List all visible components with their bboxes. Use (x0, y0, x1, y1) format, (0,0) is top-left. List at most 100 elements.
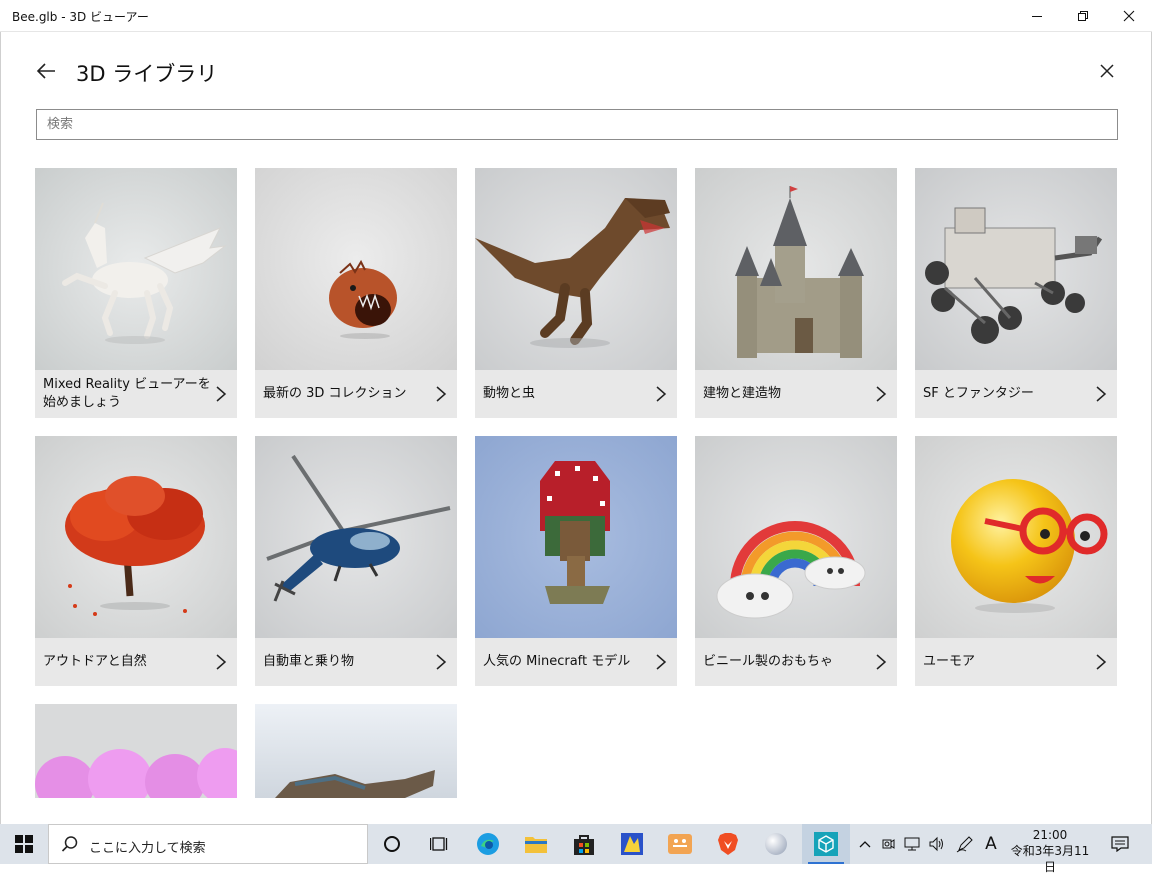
brave-lion-icon (718, 833, 738, 855)
search-box[interactable] (36, 109, 1118, 140)
chevron-right-icon (1096, 386, 1107, 402)
chevron-right-icon (1096, 654, 1107, 670)
close-window-button[interactable] (1106, 0, 1152, 32)
app-button-2[interactable] (656, 824, 704, 864)
pen-workspace-button[interactable] (954, 824, 976, 864)
store-button[interactable] (560, 824, 608, 864)
pegasus-image (35, 168, 237, 370)
category-card-vinyl-toys[interactable]: ビニール製のおもちゃ (695, 436, 897, 686)
start-button[interactable] (0, 824, 48, 864)
category-card-minecraft[interactable]: 人気の Minecraft モデル (475, 436, 677, 686)
brave-browser-button[interactable] (704, 824, 752, 864)
card-thumbnail (695, 436, 897, 638)
app-button-3[interactable] (752, 824, 800, 864)
chevron-right-icon (656, 654, 667, 670)
taskbar-search-box[interactable]: ここに入力して検索 (48, 824, 368, 864)
category-card-humor[interactable]: ユーモア (915, 436, 1117, 686)
edge-browser-button[interactable] (464, 824, 512, 864)
speaker-icon (929, 836, 943, 852)
task-view-button[interactable] (416, 824, 464, 864)
chevron-right-icon (876, 386, 887, 402)
rainbow-toy-image (695, 436, 897, 638)
3d-viewer-button[interactable] (802, 824, 850, 864)
clock-date: 令和3年3月11日 (1010, 844, 1090, 874)
taskbar: ここに入力して検索 A 21:00 令和3年3月11日 (0, 824, 1152, 874)
windows-logo-icon (15, 835, 33, 853)
ime-mode-indicator[interactable]: A (980, 824, 1002, 864)
card-thumbnail (475, 436, 677, 638)
minimize-button[interactable] (1014, 0, 1060, 32)
search-input[interactable] (37, 110, 1117, 139)
app-button-1[interactable] (608, 824, 656, 864)
chevron-right-icon (216, 386, 227, 402)
card-label: SF とファンタジー (923, 386, 1034, 401)
category-card-buildings[interactable]: 建物と建造物 (695, 168, 897, 418)
category-card-outdoors[interactable]: アウトドアと自然 (35, 436, 237, 686)
chevron-right-icon (216, 654, 227, 670)
folder-icon (525, 837, 547, 853)
show-hidden-icons-button[interactable] (856, 824, 874, 864)
restore-icon (1078, 11, 1088, 21)
card-thumbnail (35, 168, 237, 370)
task-view-icon (430, 837, 448, 851)
category-card-animals[interactable]: 動物と虫 (475, 168, 677, 418)
game-app-icon (621, 833, 643, 855)
category-card-latest[interactable]: 最新の 3D コレクション (255, 168, 457, 418)
notification-icon (1111, 836, 1129, 852)
edge-icon (477, 833, 499, 855)
clock[interactable]: 21:00 令和3年3月11日 (1006, 827, 1094, 875)
action-center-button[interactable] (1100, 824, 1140, 864)
volume-button[interactable] (926, 824, 948, 864)
card-thumbnail (695, 168, 897, 370)
card-thumbnail (255, 168, 457, 370)
video-icon (882, 839, 895, 849)
pen-icon (956, 836, 973, 853)
dinosaur-image (255, 704, 457, 798)
anglerfish-image (255, 168, 457, 370)
chevron-right-icon (436, 654, 447, 670)
autumn-tree-image (35, 436, 237, 638)
emoji-glasses-image (915, 436, 1117, 638)
cortana-button[interactable] (368, 824, 416, 864)
close-panel-icon[interactable] (1097, 61, 1117, 81)
3d-cube-icon (814, 832, 838, 856)
card-label: Mixed Reality ビューアーを始めましょう (43, 377, 211, 410)
page-title: 3D ライブラリ (76, 62, 218, 86)
chevron-right-icon (436, 386, 447, 402)
card-label: ビニール製のおもちゃ (703, 654, 834, 669)
meet-now-button[interactable] (878, 824, 898, 864)
back-arrow-icon[interactable] (35, 60, 57, 82)
network-button[interactable] (902, 824, 924, 864)
card-thumbnail (475, 168, 677, 370)
chevron-right-icon (656, 386, 667, 402)
category-card-partial-1[interactable] (35, 704, 237, 798)
t-rex-image (475, 168, 677, 370)
close-icon (1123, 10, 1135, 22)
cortana-icon (384, 836, 400, 852)
rover-image (915, 168, 1117, 370)
card-thumbnail (255, 436, 457, 638)
restore-button[interactable] (1060, 0, 1106, 32)
card-label: 動物と虫 (483, 386, 536, 401)
category-card-partial-2[interactable] (255, 704, 457, 798)
category-card-vehicles[interactable]: 自動車と乗り物 (255, 436, 457, 686)
card-label: アウトドアと自然 (43, 654, 147, 669)
card-label: 人気の Minecraft モデル (483, 654, 631, 669)
taskbar-search-placeholder: ここに入力して検索 (89, 841, 206, 856)
card-label: 自動車と乗り物 (263, 654, 355, 669)
card-thumbnail (915, 436, 1117, 638)
category-card-mixed-reality[interactable]: Mixed Reality ビューアーを始めましょう (35, 168, 237, 418)
category-card-sf-fantasy[interactable]: SF とファンタジー (915, 168, 1117, 418)
chevron-right-icon (876, 654, 887, 670)
card-label: 最新の 3D コレクション (263, 386, 407, 401)
sphere-app-icon (765, 833, 787, 855)
card-thumbnail (915, 168, 1117, 370)
chevron-up-icon (859, 841, 871, 848)
network-icon (904, 837, 920, 851)
window-title: Bee.glb - 3D ビューアー (12, 10, 149, 24)
minecraft-mushroom-house-image (475, 436, 677, 638)
store-bag-icon (574, 835, 594, 855)
card-label: 建物と建造物 (703, 386, 782, 401)
file-explorer-button[interactable] (512, 824, 560, 864)
clock-time: 21:00 (1032, 828, 1068, 842)
